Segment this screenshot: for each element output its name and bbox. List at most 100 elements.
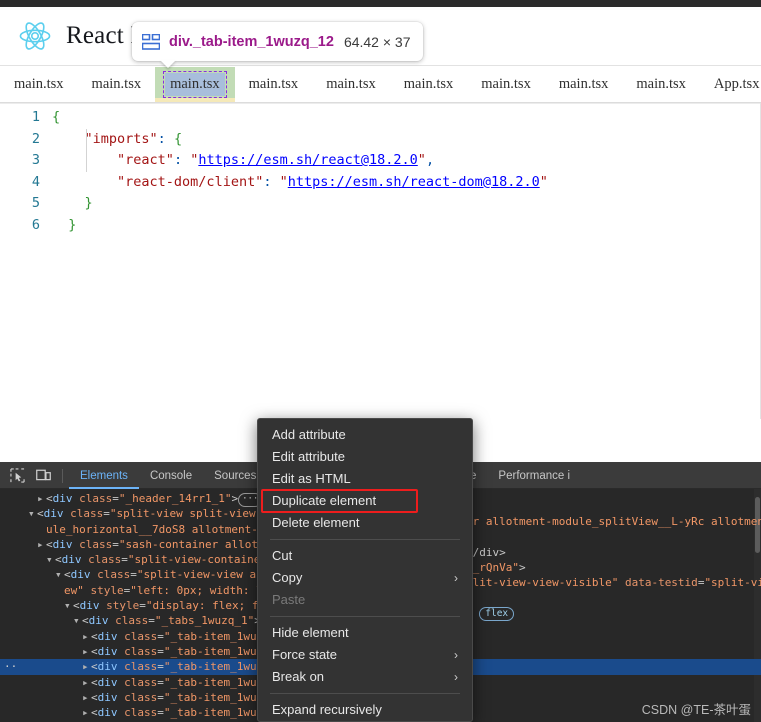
- inspector-dimensions-text: 64.42 × 37: [343, 33, 411, 50]
- devtools-tab-elements[interactable]: Elements: [69, 463, 139, 489]
- dom-node-icon: [141, 33, 161, 50]
- context-menu-item-copy[interactable]: Copy ›: [258, 567, 472, 589]
- react-atom-logo-icon: [18, 19, 52, 53]
- file-tab-label: main.tsx: [163, 71, 227, 98]
- code-line: "react": "https://esm.sh/react@18.2.0",: [117, 152, 435, 168]
- context-menu-item-label: Break on: [272, 669, 325, 684]
- editor-top-divider: [0, 103, 761, 104]
- expand-arrow-icon[interactable]: ▸: [82, 690, 91, 705]
- line-number: 6: [31, 216, 40, 233]
- line-number: 5: [31, 195, 40, 211]
- selected-row-marker: ··: [4, 660, 18, 674]
- expand-arrow-icon[interactable]: ▸: [37, 537, 46, 552]
- context-menu-item-label: Duplicate element: [272, 493, 377, 508]
- file-tab-label: main.tsx: [14, 76, 64, 92]
- context-menu-item-duplicate-element[interactable]: Duplicate element: [261, 489, 418, 513]
- devtools-tab-performance-i[interactable]: Performance i: [487, 463, 581, 489]
- file-tab-label: App.tsx: [713, 76, 760, 92]
- context-menu-item-expand-recursively[interactable]: Expand recursively: [258, 699, 472, 721]
- context-menu-divider: [270, 539, 460, 540]
- collapse-arrow-icon[interactable]: ▾: [64, 598, 73, 613]
- collapse-arrow-icon[interactable]: ▾: [55, 567, 64, 582]
- context-menu-item-label: Copy: [272, 570, 303, 585]
- context-menu-item-label: Hide element: [272, 625, 349, 640]
- expand-arrow-icon[interactable]: ▸: [82, 644, 91, 659]
- chevron-right-icon: ›: [454, 648, 458, 662]
- line-number: 2: [31, 130, 40, 147]
- collapse-arrow-icon[interactable]: ▾: [46, 552, 55, 567]
- file-tab-9[interactable]: App.tsx: [700, 67, 761, 102]
- file-tab-label: main.tsx: [248, 76, 299, 92]
- editor-line-numbers: 1 2 3 4 5 6: [0, 107, 52, 236]
- context-menu-item-hide-element[interactable]: Hide element: [258, 622, 472, 644]
- expand-arrow-icon[interactable]: ▸: [82, 629, 91, 644]
- context-menu-item-edit-as-html[interactable]: Edit as HTML: [258, 468, 472, 490]
- collapse-arrow-icon[interactable]: ▾: [28, 506, 37, 521]
- context-menu-item-cut[interactable]: Cut: [258, 545, 472, 567]
- line-number: 1: [31, 109, 40, 125]
- context-menu-item-edit-attribute[interactable]: Edit attribute: [258, 446, 472, 468]
- toolbar-divider: [62, 468, 63, 483]
- file-tab-0[interactable]: main.tsx: [0, 67, 78, 102]
- dom-tree-row-continuation: __rQnVa">: [466, 561, 526, 574]
- inspector-selector-text: div._tab-item_1wuzq_12: [169, 33, 334, 50]
- indent-guide: [86, 128, 87, 172]
- context-menu-item-break-on[interactable]: Break on ›: [258, 666, 472, 688]
- code-line: }: [68, 216, 77, 233]
- context-menu-divider: [270, 693, 460, 694]
- file-tab-label: main.tsx: [91, 76, 142, 92]
- editor-code-area[interactable]: { "imports": { "react": "https://esm.sh/…: [52, 107, 761, 236]
- device-toolbar-icon[interactable]: [30, 465, 56, 487]
- dom-context-menu[interactable]: Add attribute Edit attribute Edit as HTML D…: [257, 418, 473, 722]
- inspector-tooltip-badge: div._tab-item_1wuzq_12 64.42 × 37: [132, 22, 423, 68]
- file-tab-6[interactable]: main.tsx: [467, 67, 545, 102]
- devtools-tab-console[interactable]: Console: [139, 463, 203, 489]
- context-menu-item-force-state[interactable]: Force state ›: [258, 644, 472, 666]
- line-number: 4: [31, 173, 40, 190]
- context-menu-item-label: Paste: [272, 592, 306, 607]
- file-tab-label: main.tsx: [636, 76, 686, 92]
- file-tab-4[interactable]: main.tsx: [312, 67, 390, 102]
- context-menu-item-label: Delete element: [272, 515, 360, 530]
- context-menu-item-label: Edit as HTML: [272, 471, 351, 486]
- context-menu-item-label: Force state: [272, 647, 338, 662]
- chevron-right-icon: ›: [454, 571, 458, 585]
- line-number: 3: [31, 152, 40, 168]
- watermark-text: CSDN @TE-茶叶蛋: [641, 703, 751, 717]
- dom-tree-row-continuation: plit-view-view-visible" data-testid="spl…: [466, 576, 761, 589]
- dom-tree-row-continuation: er allotment-module_splitView__L-yRc all…: [466, 515, 761, 528]
- code-line: {: [52, 109, 61, 125]
- inspect-element-icon[interactable]: [4, 465, 30, 487]
- code-line: }: [84, 195, 93, 211]
- context-menu-divider: [270, 616, 460, 617]
- code-line: "react-dom/client": "https://esm.sh/reac…: [117, 173, 548, 190]
- file-tab-7[interactable]: main.tsx: [545, 67, 623, 102]
- file-tab-label: main.tsx: [403, 76, 454, 92]
- expand-arrow-icon[interactable]: ▸: [82, 705, 91, 720]
- file-tab-2[interactable]: main.tsx: [155, 67, 235, 102]
- context-menu-item-paste: Paste: [258, 589, 472, 611]
- browser-chrome-strip: [0, 0, 761, 7]
- expand-arrow-icon[interactable]: ▸: [82, 675, 91, 690]
- context-menu-item-label: Expand recursively: [272, 702, 382, 717]
- tooltip-pointer: [160, 60, 176, 68]
- file-tab-3[interactable]: main.tsx: [235, 67, 313, 102]
- file-tab-1[interactable]: main.tsx: [78, 67, 156, 102]
- context-menu-item-delete-element[interactable]: Delete element: [258, 512, 472, 534]
- file-tab-label: main.tsx: [558, 76, 609, 92]
- expand-arrow-icon[interactable]: ▸: [82, 659, 91, 674]
- file-tab-bar: main.tsx main.tsx main.tsx main.tsx main.tsx…: [0, 67, 761, 103]
- context-menu-item-add-attribute[interactable]: Add attribute: [258, 424, 472, 446]
- file-tab-5[interactable]: main.tsx: [390, 67, 468, 102]
- collapse-arrow-icon[interactable]: ▾: [73, 613, 82, 628]
- file-tab-8[interactable]: main.tsx: [622, 67, 700, 102]
- file-tab-label: main.tsx: [481, 76, 531, 92]
- context-menu-item-label: Add attribute: [272, 427, 346, 442]
- expand-arrow-icon[interactable]: ▸: [37, 491, 46, 506]
- context-menu-item-label: Cut: [272, 548, 293, 563]
- file-tab-label: main.tsx: [326, 76, 376, 92]
- chevron-right-icon: ›: [454, 670, 458, 684]
- code-editor[interactable]: 1 2 3 4 5 6 { "imports": { "react": "https://…: [0, 103, 761, 419]
- dom-tree-row-continuation: > flex: [466, 606, 515, 621]
- code-line: "imports": {: [84, 130, 183, 147]
